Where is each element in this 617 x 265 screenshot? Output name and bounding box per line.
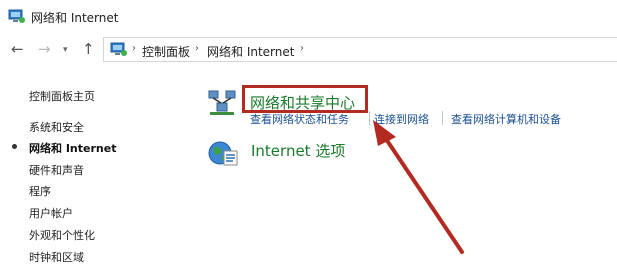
annotation-arrow-icon — [373, 120, 464, 254]
